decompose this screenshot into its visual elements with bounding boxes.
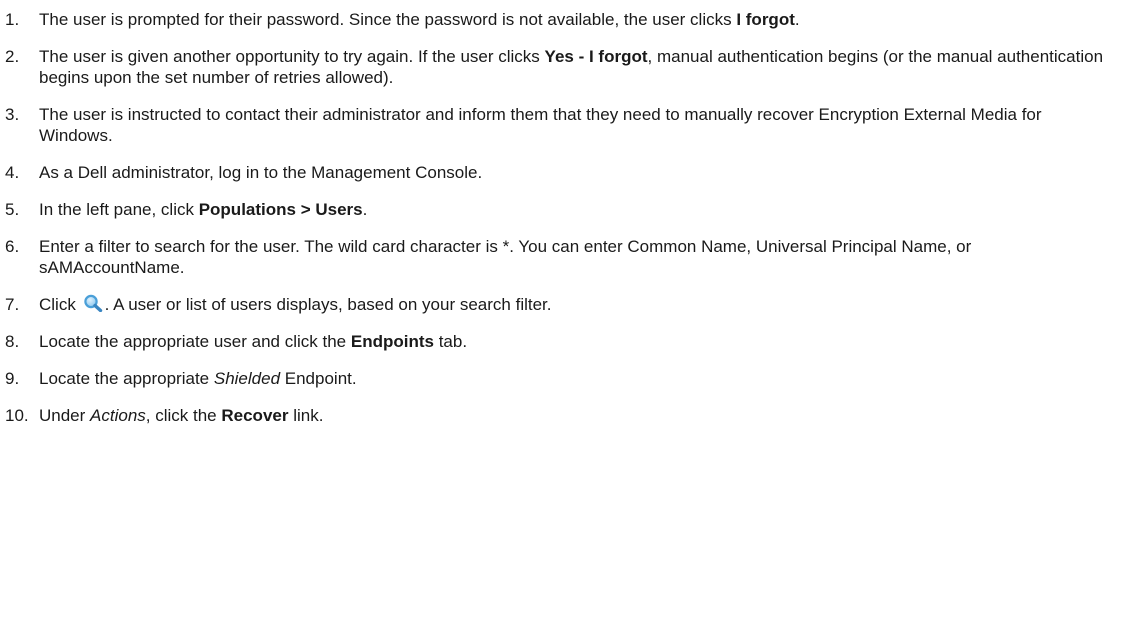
- step-text: Endpoint.: [280, 369, 357, 388]
- step-text: As a Dell administrator, log in to the M…: [39, 163, 483, 182]
- step-number: 3.: [5, 105, 20, 124]
- step-text: The user is prompted for their password.…: [39, 10, 737, 29]
- step-number: 1.: [5, 10, 20, 29]
- step-text: .: [362, 200, 368, 219]
- step-4: 4. As a Dell administrator, log in to th…: [0, 162, 1130, 183]
- step-number: 5.: [5, 200, 20, 219]
- step-text: Under: [39, 406, 91, 425]
- step-text: tab.: [433, 332, 468, 351]
- step-1: 1. The user is prompted for their passwo…: [0, 9, 1130, 30]
- step-5: 5. In the left pane, click Populations >…: [0, 199, 1130, 220]
- step-6: 6. Enter a filter to search for the user…: [0, 236, 1130, 278]
- step-number: 6.: [5, 237, 20, 256]
- step-7: 7. Click . A user or list of users displ…: [0, 294, 1130, 315]
- ui-term-i-forgot: I forgot: [736, 10, 795, 29]
- step-text: The user is instructed to contact their …: [39, 105, 1042, 145]
- step-2: 2. The user is given another opportunity…: [0, 46, 1130, 88]
- step-number: 9.: [5, 369, 20, 388]
- ui-term-endpoints: Endpoints: [350, 332, 434, 351]
- step-9: 9. Locate the appropriate Shielded Endpo…: [0, 368, 1130, 389]
- term-shielded: Shielded: [213, 369, 281, 388]
- step-text: . A user or list of users displays, base…: [104, 295, 552, 314]
- search-icon: [82, 294, 104, 312]
- step-number: 10.: [5, 406, 29, 425]
- step-10: 10. Under Actions, click the Recover lin…: [0, 405, 1130, 426]
- step-number: 8.: [5, 332, 20, 351]
- step-text: Locate the appropriate: [39, 369, 214, 388]
- ui-term-recover: Recover: [221, 406, 289, 425]
- step-text: Locate the appropriate user and click th…: [39, 332, 351, 351]
- procedure-steps: 1. The user is prompted for their passwo…: [0, 9, 1130, 426]
- step-number: 7.: [5, 295, 20, 314]
- ui-term-populations-users: Populations > Users: [198, 200, 363, 219]
- step-text: Enter a filter to search for the user. T…: [39, 237, 972, 277]
- ui-term-yes-i-forgot: Yes - I forgot: [544, 47, 648, 66]
- step-text: , click the: [145, 406, 222, 425]
- step-text: link.: [288, 406, 324, 425]
- step-text: In the left pane, click: [39, 200, 199, 219]
- step-3: 3. The user is instructed to contact the…: [0, 104, 1130, 146]
- step-number: 2.: [5, 47, 20, 66]
- step-text: The user is given another opportunity to…: [39, 47, 545, 66]
- step-8: 8. Locate the appropriate user and click…: [0, 331, 1130, 352]
- step-text: Click: [39, 295, 81, 314]
- document-page: 1. The user is prompted for their passwo…: [0, 0, 1130, 641]
- term-actions: Actions: [90, 406, 146, 425]
- step-number: 4.: [5, 163, 20, 182]
- step-text: .: [794, 10, 800, 29]
